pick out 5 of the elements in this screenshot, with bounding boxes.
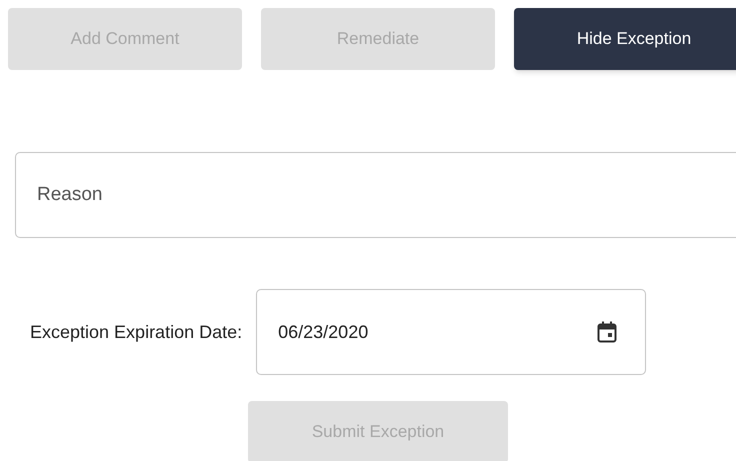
expiration-label: Exception Expiration Date: xyxy=(30,320,242,344)
reason-field[interactable]: Reason xyxy=(15,152,736,238)
date-field[interactable]: 06/23/2020 xyxy=(256,289,646,375)
action-button[interactable]: Hide Exception xyxy=(514,8,736,70)
calendar-icon[interactable] xyxy=(597,321,618,343)
